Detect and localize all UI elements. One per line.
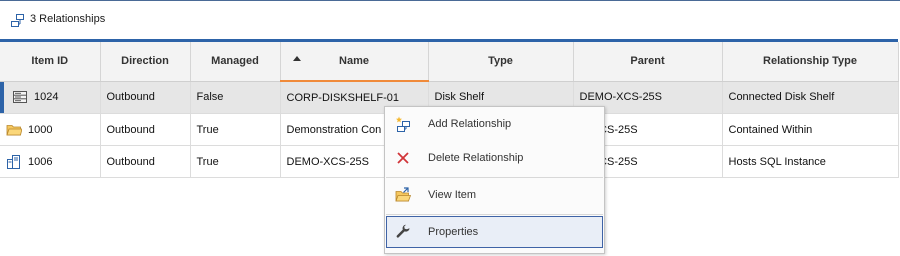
menu-item-delete-relationship[interactable]: Delete Relationship (386, 142, 603, 174)
server-icon (6, 154, 22, 170)
item-id-value: 1024 (34, 91, 59, 104)
relationships-header: 3 Relationships (0, 1, 900, 39)
cell-direction: Outbound (100, 81, 191, 114)
wrench-icon (395, 224, 411, 240)
context-menu: Add Relationship Delete Relationship Vie… (384, 106, 605, 254)
open-folder-icon (395, 187, 412, 203)
delete-x-icon (395, 150, 411, 166)
menu-separator (386, 177, 603, 178)
cell-item-id: 1000 (0, 113, 101, 146)
folder-icon (6, 122, 23, 138)
column-header-name-label: Name (339, 55, 369, 67)
table-header-row: Item ID Direction Managed Name Type Pare… (0, 42, 899, 82)
cell-relationship-type: Hosts SQL Instance (722, 145, 899, 178)
relationships-count-title: 3 Relationships (30, 13, 106, 25)
menu-item-label: Properties (428, 226, 479, 238)
cell-managed: False (190, 81, 281, 114)
menu-item-label: View Item (428, 189, 477, 201)
add-relationship-icon (395, 116, 411, 132)
cell-item-id: 1024 (0, 81, 101, 114)
cell-relationship-type: Contained Within (722, 113, 899, 146)
item-id-value: 1000 (28, 123, 53, 136)
column-header-direction[interactable]: Direction (100, 42, 191, 82)
menu-item-label: Delete Relationship (428, 152, 524, 164)
sort-ascending-icon (292, 56, 301, 61)
cell-direction: Outbound (100, 145, 191, 178)
column-header-managed[interactable]: Managed (190, 42, 281, 82)
column-header-relationship-type[interactable]: Relationship Type (722, 42, 899, 82)
cell-managed: True (190, 113, 281, 146)
cell-direction: Outbound (100, 113, 191, 146)
column-header-name[interactable]: Name (280, 42, 429, 82)
menu-item-label: Add Relationship (428, 118, 512, 130)
item-id-value: 1006 (28, 155, 53, 168)
column-header-type[interactable]: Type (428, 42, 574, 82)
relationships-icon (10, 13, 25, 28)
disk-shelf-icon (12, 89, 28, 105)
menu-separator (386, 214, 603, 215)
cell-managed: True (190, 145, 281, 178)
column-header-parent[interactable]: Parent (573, 42, 723, 82)
cell-relationship-type: Connected Disk Shelf (722, 81, 899, 114)
menu-item-add-relationship[interactable]: Add Relationship (386, 108, 603, 140)
menu-item-properties[interactable]: Properties (386, 216, 603, 248)
menu-item-view-item[interactable]: View Item (386, 179, 603, 211)
column-header-item-id[interactable]: Item ID (0, 42, 101, 82)
cell-item-id: 1006 (0, 145, 101, 178)
